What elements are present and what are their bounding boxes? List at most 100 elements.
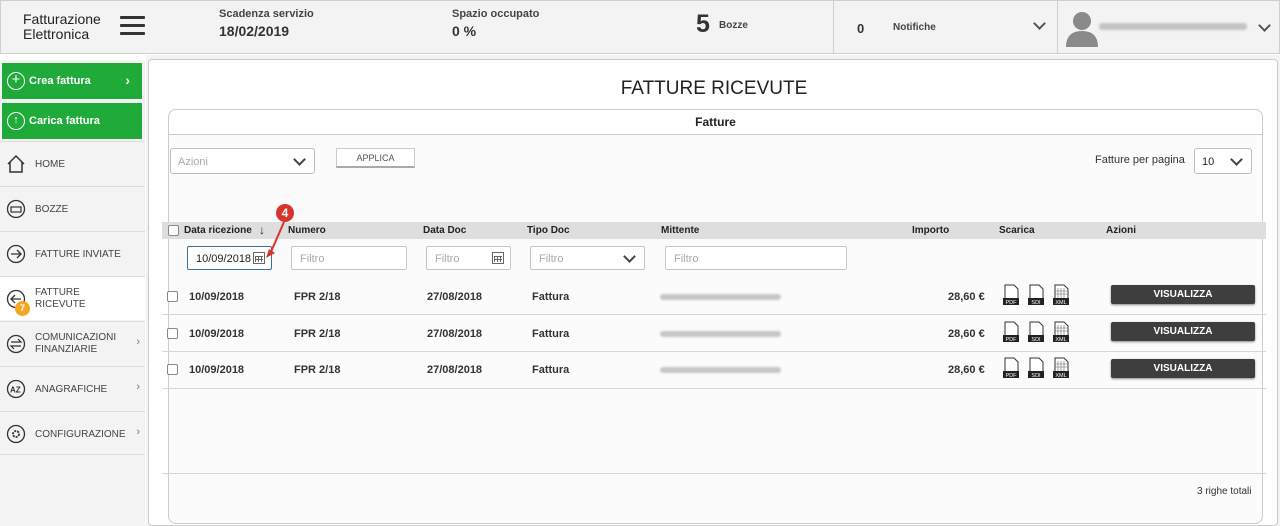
per-page-select[interactable]: 10 [1194, 148, 1252, 174]
table-row[interactable]: 10/09/2018 FPR 2/18 27/08/2018 Fattura 2… [162, 315, 1266, 352]
tipo-doc-filter-placeholder: Filtro [539, 253, 564, 265]
chevron-right-icon: › [125, 72, 130, 88]
spazio-label: Spazio occupato [452, 8, 540, 20]
row-checkbox[interactable] [167, 291, 178, 302]
sdi-download-icon[interactable]: SDI [1027, 357, 1045, 379]
sidebar-item-bozze[interactable]: BOZZE [0, 186, 145, 230]
xml-download-icon[interactable]: XML [1052, 284, 1070, 306]
label-line2: FINANZIARIE [35, 344, 98, 355]
avatar[interactable] [1065, 9, 1099, 47]
visualizza-button[interactable]: VISUALIZZA [1111, 285, 1255, 304]
header-divider [833, 1, 834, 54]
chevron-down-icon [623, 250, 636, 263]
sidebar-item-label: BOZZE [35, 204, 69, 215]
chevron-down-icon [1230, 153, 1243, 166]
chevron-right-icon: › [136, 381, 140, 393]
numero-filter[interactable]: Filtro [291, 246, 407, 270]
col-scarica: Scarica [999, 225, 1035, 236]
sidebar-item-comunicazioni[interactable]: COMUNICAZIONI FINANZIARIE › [0, 321, 145, 365]
sidebar-item-label: HOME [35, 159, 65, 170]
svg-text:AZ: AZ [10, 386, 21, 395]
unread-badge: 7 [15, 301, 30, 316]
menu-icon[interactable] [120, 16, 145, 36]
plus-icon: + [7, 72, 25, 90]
sidebar-item-label: CONFIGURAZIONE [35, 429, 126, 440]
sidebar-item-label: FATTURE INVIATE [35, 249, 121, 260]
total-rows-label: 3 righe totali [1197, 486, 1252, 497]
cell-mittente-redacted [660, 294, 781, 300]
cell-tipo-doc: Fattura [532, 291, 570, 303]
cell-importo: 28,60 € [948, 291, 985, 303]
visualizza-button[interactable]: VISUALIZZA [1111, 322, 1255, 341]
tab-fatture[interactable]: Fatture [169, 110, 1262, 135]
crea-fattura-button[interactable]: + Crea fattura › [2, 63, 142, 99]
chevron-down-icon[interactable] [1258, 19, 1271, 32]
cell-numero: FPR 2/18 [294, 328, 341, 340]
carica-fattura-label: Carica fattura [29, 115, 100, 127]
row-checkbox[interactable] [167, 364, 178, 375]
bozze-count[interactable]: 5 [696, 10, 710, 39]
sidebar-item-home[interactable]: HOME [0, 141, 145, 185]
logo-line1: Fatturazione [23, 11, 101, 27]
chevron-down-icon[interactable] [1033, 17, 1046, 30]
sidebar: + Crea fattura › ↑ Carica fattura HOME B… [0, 60, 145, 526]
logo-line2: Elettronica [23, 26, 90, 42]
sidebar-item-configurazione[interactable]: CONFIGURAZIONE › [0, 411, 145, 455]
notifiche-count: 0 [857, 21, 865, 36]
table-row[interactable]: 10/09/2018 FPR 2/18 27/08/2018 Fattura 2… [162, 352, 1266, 389]
label-line2: RICEVUTE [35, 299, 86, 310]
sidebar-item-anagrafiche[interactable]: AZ ANAGRAFICHE › [0, 366, 145, 410]
bozze-label[interactable]: Bozze [719, 20, 748, 31]
col-azioni: Azioni [1106, 225, 1136, 236]
mittente-filter[interactable]: Filtro [665, 246, 847, 270]
per-page-label: Fatture per pagina [1095, 154, 1185, 166]
top-header: Fatturazione Elettronica Scadenza serviz… [0, 0, 1280, 54]
col-numero[interactable]: Numero [288, 225, 326, 236]
col-mittente[interactable]: Mittente [661, 225, 699, 236]
gear-icon [6, 424, 26, 444]
cell-tipo-doc: Fattura [532, 328, 570, 340]
col-tipo-doc[interactable]: Tipo Doc [527, 225, 570, 236]
col-importo[interactable]: Importo [912, 225, 949, 236]
azioni-select[interactable]: Azioni [170, 148, 315, 174]
per-page-value: 10 [1202, 156, 1215, 168]
table-header: Data ricezione ↓ Numero Data Doc Tipo Do… [162, 222, 1266, 239]
numero-filter-placeholder: Filtro [300, 253, 325, 265]
svg-text:SDI: SDI [1031, 373, 1041, 379]
pdf-download-icon[interactable]: PDF [1002, 284, 1020, 306]
annotation-arrow-icon [266, 221, 285, 258]
select-all-checkbox[interactable] [168, 225, 179, 236]
applica-button[interactable]: APPLICA [336, 148, 415, 168]
label-line1: COMUNICAZIONI [35, 332, 117, 343]
app-logo[interactable]: Fatturazione Elettronica [23, 12, 101, 42]
tipo-doc-filter[interactable]: Filtro [530, 246, 645, 270]
svg-text:PDF: PDF [1006, 373, 1018, 379]
svg-text:SDI: SDI [1031, 300, 1041, 306]
svg-text:SDI: SDI [1031, 337, 1041, 343]
user-name-redacted[interactable] [1099, 23, 1247, 30]
pdf-download-icon[interactable]: PDF [1002, 357, 1020, 379]
svg-text:XML: XML [1055, 337, 1066, 343]
sidebar-item-fatture-inviate[interactable]: FATTURE INVIATE [0, 231, 145, 275]
data-ricezione-filter[interactable]: 10/09/2018 [187, 246, 272, 270]
drafts-icon [6, 199, 26, 219]
xml-download-icon[interactable]: XML [1052, 357, 1070, 379]
sidebar-item-fatture-ricevute[interactable]: 7 FATTURE RICEVUTE [0, 276, 145, 320]
sidebar-item-label: COMUNICAZIONI FINANZIARIE [35, 332, 116, 356]
cell-numero: FPR 2/18 [294, 364, 341, 376]
carica-fattura-button[interactable]: ↑ Carica fattura [2, 103, 142, 139]
table-row[interactable]: 10/09/2018 FPR 2/18 27/08/2018 Fattura 2… [162, 278, 1266, 315]
row-checkbox[interactable] [167, 328, 178, 339]
sdi-download-icon[interactable]: SDI [1027, 284, 1045, 306]
scadenza-label: Scadenza servizio [219, 8, 314, 20]
visualizza-button[interactable]: VISUALIZZA [1111, 359, 1255, 378]
data-doc-filter[interactable]: Filtro [426, 246, 511, 270]
calendar-icon[interactable] [492, 252, 504, 264]
xml-download-icon[interactable]: XML [1052, 321, 1070, 343]
col-data-ricezione[interactable]: Data ricezione [184, 225, 252, 236]
cell-data-ricezione: 10/09/2018 [189, 328, 245, 340]
notifiche-label[interactable]: Notifiche [893, 22, 936, 33]
sdi-download-icon[interactable]: SDI [1027, 321, 1045, 343]
col-data-doc[interactable]: Data Doc [423, 225, 466, 236]
pdf-download-icon[interactable]: PDF [1002, 321, 1020, 343]
